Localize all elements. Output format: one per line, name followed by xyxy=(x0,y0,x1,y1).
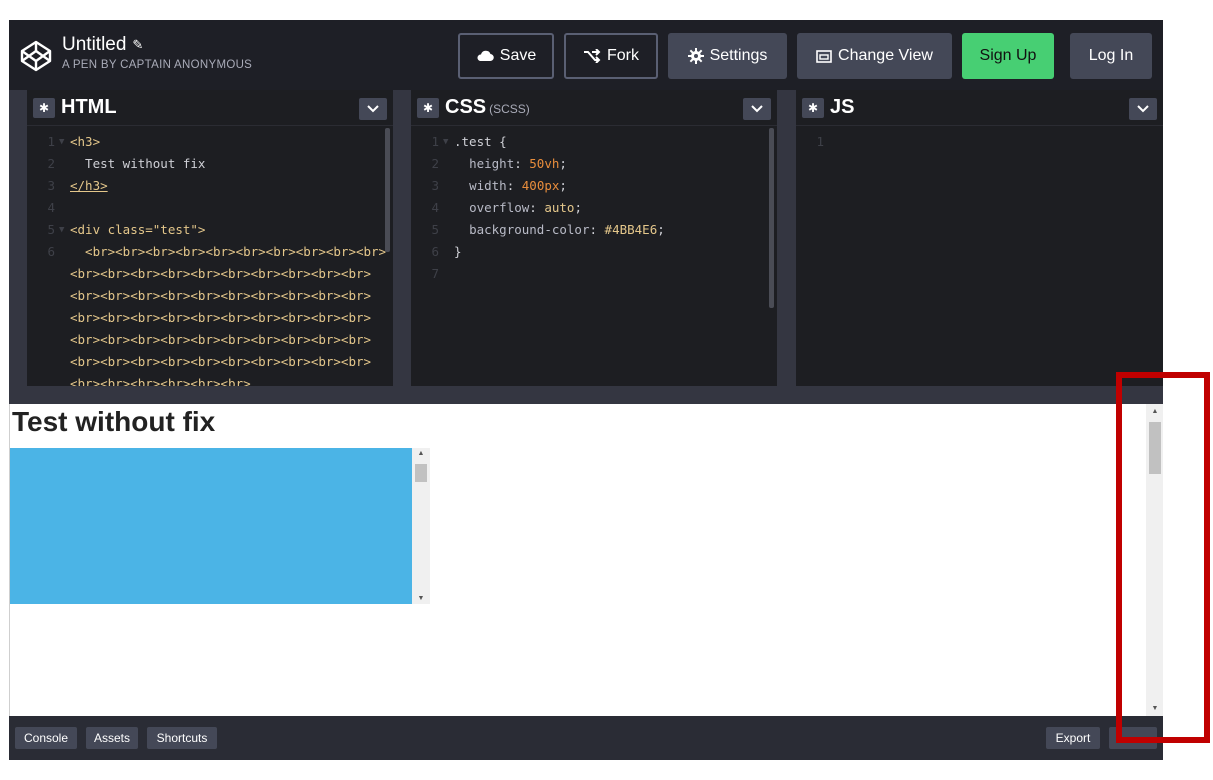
header: Untitled ✎ A PEN BY CAPTAIN ANONYMOUS Sa… xyxy=(9,20,1163,90)
line-number: 5 xyxy=(47,222,55,237)
highlight-box xyxy=(1116,372,1210,743)
code-line: height: 50vh; xyxy=(469,156,567,171)
editor-area: ✱ HTML 1 2 3 4 5 6 ▼ ▼ <h3> Test without… xyxy=(9,90,1163,386)
line-number: 1 xyxy=(431,134,439,149)
js-code-area[interactable]: 1 xyxy=(796,134,1163,386)
codepen-logo-icon[interactable] xyxy=(19,39,53,73)
js-pane-header: ✱ JS xyxy=(796,90,1163,126)
pen-title-block: Untitled ✎ A PEN BY CAPTAIN ANONYMOUS xyxy=(62,34,252,71)
pen-author: A PEN BY CAPTAIN ANONYMOUS xyxy=(62,59,253,71)
js-collapse-chevron-icon[interactable] xyxy=(1129,98,1157,120)
scroll-up-arrow-icon[interactable]: ▲ xyxy=(412,450,430,457)
preview-heading: Test without fix xyxy=(12,406,216,437)
css-editor-scrollbar[interactable] xyxy=(769,128,774,308)
code-line: Test without fix xyxy=(70,156,206,171)
code-line: } xyxy=(454,244,462,259)
line-number: 6 xyxy=(47,244,55,259)
html-pane-title: HTML xyxy=(61,96,117,118)
code-line: <br><br><br><br><br><br><br><br><br><br> xyxy=(70,310,372,325)
html-collapse-chevron-icon[interactable] xyxy=(359,98,387,120)
test-box-scroll-thumb[interactable] xyxy=(415,464,427,482)
js-pane-title: JS xyxy=(830,96,855,118)
sign-up-label: Sign Up xyxy=(979,47,1037,64)
footer-bar: Console Assets Shortcuts Export xyxy=(9,716,1163,760)
gear-icon xyxy=(687,48,704,64)
line-number: 4 xyxy=(431,200,439,215)
scroll-down-arrow-icon[interactable]: ▼ xyxy=(412,595,430,602)
js-settings-gear-icon[interactable]: ✱ xyxy=(802,98,824,118)
html-editor-scrollbar[interactable] xyxy=(385,128,390,252)
preview-pane: Test without fix ▲ ▼ ▲ ▼ xyxy=(9,404,1163,716)
html-settings-gear-icon[interactable]: ✱ xyxy=(33,98,55,118)
code-line: <h3> xyxy=(70,134,101,149)
pencil-edit-icon[interactable]: ✎ xyxy=(132,37,143,53)
code-line: <br><br><br><br><br><br><br><br><br><br> xyxy=(70,332,372,347)
line-number: 2 xyxy=(431,156,439,171)
css-preprocessor: (SCSS) xyxy=(489,102,530,116)
line-number: 7 xyxy=(431,266,439,281)
log-in-label: Log In xyxy=(1088,47,1134,64)
test-box-scrollbar[interactable]: ▲ ▼ xyxy=(412,448,430,604)
line-number: 2 xyxy=(47,156,55,171)
line-number: 3 xyxy=(47,178,55,193)
fold-arrow-icon[interactable]: ▼ xyxy=(59,225,64,235)
html-code-area[interactable]: 1 2 3 4 5 6 ▼ ▼ <h3> Test without fix </… xyxy=(27,134,393,386)
code-line: <br><br><br><br><br><br><br><br><br><br> xyxy=(70,244,387,259)
save-label: Save xyxy=(499,47,537,64)
code-line: background-color: #4BB4E6; xyxy=(469,222,665,237)
fold-arrow-icon[interactable]: ▼ xyxy=(443,137,448,147)
code-line: <br><br><br><br><br><br><br><br><br><br> xyxy=(70,266,372,281)
change-view-label: Change View xyxy=(838,47,933,64)
css-code-area[interactable]: 1 2 3 4 5 6 7 ▼ .test { height: 50vh; wi… xyxy=(411,134,777,386)
code-line: overflow: auto; xyxy=(469,200,582,215)
settings-label: Settings xyxy=(709,47,768,64)
css-pane-header: ✱ CSS (SCSS) xyxy=(411,90,777,126)
code-line: <br><br><br><br><br><br><br><br><br><br> xyxy=(70,354,372,369)
codepen-app: Untitled ✎ A PEN BY CAPTAIN ANONYMOUS Sa… xyxy=(9,20,1163,760)
editor-preview-resizer[interactable] xyxy=(9,386,1163,404)
save-button[interactable]: Save xyxy=(458,33,554,79)
css-pane-title: CSS (SCSS) xyxy=(445,96,530,119)
window-icon xyxy=(816,49,832,63)
pen-title[interactable]: Untitled xyxy=(62,34,126,56)
test-scroll-box[interactable] xyxy=(10,448,430,604)
line-number: 4 xyxy=(47,200,55,215)
html-editor-pane: ✱ HTML 1 2 3 4 5 6 ▼ ▼ <h3> Test without… xyxy=(27,90,393,386)
export-button[interactable]: Export xyxy=(1046,727,1100,749)
assets-button[interactable]: Assets xyxy=(86,727,138,749)
code-line: <br><br><br><br><br><br><br><br><br><br> xyxy=(70,288,372,303)
js-editor-pane: ✱ JS 1 xyxy=(796,90,1163,386)
code-line: <div class="test"> xyxy=(70,222,206,237)
fork-button[interactable]: Fork xyxy=(564,33,658,79)
line-number: 1 xyxy=(47,134,55,149)
code-line: </h3> xyxy=(70,178,108,193)
line-number: 5 xyxy=(431,222,439,237)
code-line: width: 400px; xyxy=(469,178,567,193)
html-pane-header: ✱ HTML xyxy=(27,90,393,126)
shortcuts-button[interactable]: Shortcuts xyxy=(147,727,217,749)
console-button[interactable]: Console xyxy=(15,727,77,749)
code-line: .test { xyxy=(454,134,507,149)
line-number: 6 xyxy=(431,244,439,259)
line-number: 3 xyxy=(431,178,439,193)
css-collapse-chevron-icon[interactable] xyxy=(743,98,771,120)
change-view-button[interactable]: Change View xyxy=(797,33,952,79)
fold-arrow-icon[interactable]: ▼ xyxy=(59,137,64,147)
settings-button[interactable]: Settings xyxy=(668,33,787,79)
line-number: 1 xyxy=(816,134,824,149)
css-editor-pane: ✱ CSS (SCSS) 1 2 3 4 5 6 7 ▼ .test { heig… xyxy=(411,90,777,386)
log-in-button[interactable]: Log In xyxy=(1070,33,1152,79)
fork-label: Fork xyxy=(607,47,639,64)
css-pane-name: CSS xyxy=(445,96,487,118)
code-line: <br><br><br><br><br><br> xyxy=(70,376,251,386)
fork-icon xyxy=(584,49,601,63)
cloud-icon xyxy=(477,50,494,62)
css-settings-gear-icon[interactable]: ✱ xyxy=(417,98,439,118)
sign-up-button[interactable]: Sign Up xyxy=(962,33,1054,79)
